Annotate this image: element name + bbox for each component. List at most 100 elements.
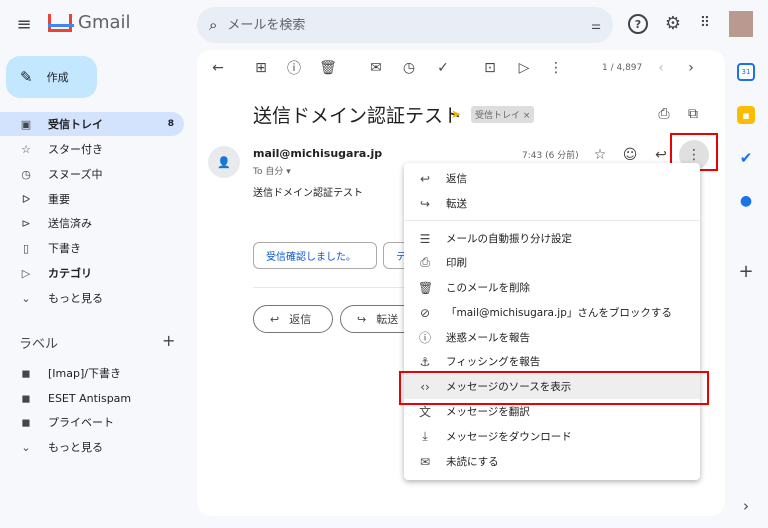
print-icon[interactable]: ⎙ [654, 104, 674, 124]
keep-icon[interactable]: ▪ [737, 106, 755, 124]
recipient-details[interactable]: To 自分 ▾ [253, 164, 291, 177]
chevron-down-icon: ⌄ [21, 440, 31, 454]
star-icon: ☆ [21, 142, 31, 156]
nav-important[interactable]: ᐅ 重要 [0, 187, 184, 211]
menu-label: 印刷 [446, 257, 467, 269]
nav-more[interactable]: ⌄ もっと見る [0, 286, 184, 310]
nav-label: 受信トレイ [48, 118, 103, 131]
inbox-icon: ▣ [20, 117, 32, 131]
calendar-icon[interactable]: 31 [737, 63, 755, 81]
download-icon: ⤓ [422, 429, 428, 443]
smart-reply-chip[interactable]: 受信確認しました。 [253, 242, 377, 269]
snooze-icon[interactable]: ◷ [399, 58, 419, 78]
nav-label: 下書き [48, 242, 81, 255]
expand-panel-chevron-icon[interactable]: › [737, 497, 755, 515]
email-subject: 送信ドメイン認証テスト [253, 105, 463, 127]
sender-avatar: 👤 [208, 146, 240, 178]
open-new-window-icon[interactable]: ⧉ [683, 104, 703, 124]
menu-label: このメールを削除 [446, 282, 530, 294]
compose-button[interactable]: ✎ 作成 [6, 56, 97, 98]
add-label-icon[interactable]: + [162, 331, 175, 350]
menu-item-show-original[interactable]: ‹› メッセージのソースを表示 [404, 374, 700, 399]
label-item[interactable]: ◼ [Imap]/下書き [0, 361, 184, 385]
menu-item-filter[interactable]: ☰ メールの自動振り分け設定 [404, 226, 700, 251]
pagination: 1 / 4,897 [602, 63, 643, 73]
menu-label: 未読にする [446, 456, 499, 468]
inbox-tag[interactable]: 受信トレイ × [471, 106, 535, 123]
pencil-icon: ✎ [20, 68, 33, 86]
menu-item-mark-unread[interactable]: ✉ 未読にする [404, 449, 700, 474]
add-task-icon[interactable]: ✓ [433, 58, 453, 78]
menu-label: フィッシングを報告 [446, 356, 541, 368]
mark-unread-icon[interactable]: ✉ [366, 58, 386, 78]
label-name: プライベート [48, 416, 114, 429]
sender-email[interactable]: mail@michisugara.jp [253, 147, 382, 160]
menu-item-block[interactable]: ⊘ 「mail@michisugara.jp」さんをブロックする [404, 300, 700, 325]
nav-snoozed[interactable]: ◷ スヌーズ中 [0, 162, 184, 186]
importance-marker-icon[interactable]: ➤ [451, 107, 461, 121]
reply-icon: ↩ [270, 312, 280, 326]
label-name: ESET Antispam [48, 391, 132, 405]
menu-label: 転送 [446, 198, 467, 210]
report-spam-icon[interactable]: ⓘ [284, 58, 304, 78]
menu-item-reply[interactable]: ↩ 返信 [404, 166, 700, 191]
label-item[interactable]: ◼ ESET Antispam [0, 386, 184, 410]
menu-item-delete[interactable]: 🗑 このメールを削除 [404, 275, 700, 300]
move-to-icon[interactable]: ⊡ [480, 58, 500, 78]
menu-item-download[interactable]: ⤓ メッセージをダウンロード [404, 424, 700, 449]
menu-item-report-spam[interactable]: ⓘ 迷惑メールを報告 [404, 325, 700, 350]
phishing-icon: ⚓ [419, 354, 431, 369]
search-icon[interactable]: ⌕ [209, 16, 217, 34]
label-icon[interactable]: ▷ [514, 58, 534, 78]
emoji-react-icon[interactable]: ☺ [620, 145, 640, 165]
app-name: Gmail [78, 12, 131, 33]
menu-item-translate[interactable]: 文 メッセージを翻訳 [404, 399, 700, 424]
labels-heading: ラベル [19, 337, 59, 352]
nav-label: 重要 [48, 193, 70, 206]
more-vert-icon[interactable]: ⋮ [546, 58, 566, 78]
nav-label: スター付き [48, 143, 103, 156]
newer-chevron-icon[interactable]: ‹ [651, 58, 671, 78]
back-arrow-icon[interactable]: ← [208, 58, 228, 78]
mark-unread-icon: ✉ [419, 454, 431, 469]
menu-item-report-phishing[interactable]: ⚓ フィッシングを報告 [404, 349, 700, 374]
forward-label: 転送 [376, 313, 399, 326]
menu-item-forward[interactable]: ↪ 転送 [404, 191, 700, 216]
main-menu-icon[interactable]: ≡ [12, 12, 36, 36]
nav-starred[interactable]: ☆ スター付き [0, 137, 184, 161]
label-item[interactable]: ◼ プライベート [0, 410, 184, 434]
translate-icon: 文 [418, 405, 431, 419]
important-icon: ᐅ [21, 192, 31, 206]
older-chevron-icon[interactable]: › [681, 58, 701, 78]
contacts-icon[interactable]: ● [737, 192, 755, 210]
archive-icon[interactable]: ⊞ [251, 58, 271, 78]
block-icon: ⊘ [419, 305, 431, 320]
labels-more[interactable]: ⌄ もっと見る [0, 435, 184, 459]
delete-icon[interactable]: 🗑 [318, 58, 338, 78]
star-icon[interactable]: ☆ [590, 145, 610, 165]
nav-sent[interactable]: ⊳ 送信済み [0, 211, 184, 235]
help-icon[interactable]: ? [628, 14, 648, 34]
message-options-menu: ↩ 返信 ↪ 転送 ☰ メールの自動振り分け設定 ⎙ 印刷 🗑 このメールを削除 ⊘ 「ma… [404, 163, 700, 480]
search-input[interactable] [227, 17, 582, 33]
tasks-icon[interactable]: ✔ [737, 149, 755, 167]
avatar[interactable] [729, 11, 753, 37]
settings-gear-icon[interactable]: ⚙ [662, 12, 684, 34]
menu-label: メールの自動振り分け設定 [446, 233, 572, 245]
trash-icon: 🗑 [418, 280, 434, 295]
nav-categories[interactable]: ▷ カテゴリ [0, 261, 184, 285]
nav-inbox[interactable]: ▣ 受信トレイ 8 [0, 112, 184, 136]
add-addon-icon[interactable]: + [737, 261, 755, 282]
search-bar[interactable]: ⌕ ⚌ [197, 7, 613, 43]
label-tag-icon: ◼ [21, 366, 31, 380]
search-options-icon[interactable]: ⚌ [591, 19, 601, 32]
menu-item-print[interactable]: ⎙ 印刷 [404, 250, 700, 275]
reply-icon[interactable]: ↩ [651, 145, 671, 165]
gmail-logo[interactable]: Gmail [48, 12, 131, 33]
nav-drafts[interactable]: ▯ 下書き [0, 236, 184, 260]
nav-label: スヌーズ中 [48, 168, 103, 181]
apps-grid-icon[interactable]: ⠿ [694, 12, 716, 34]
nav-label: もっと見る [48, 441, 103, 454]
label-icon: ▷ [21, 266, 31, 280]
reply-button[interactable]: ↩ 返信 [253, 305, 333, 333]
